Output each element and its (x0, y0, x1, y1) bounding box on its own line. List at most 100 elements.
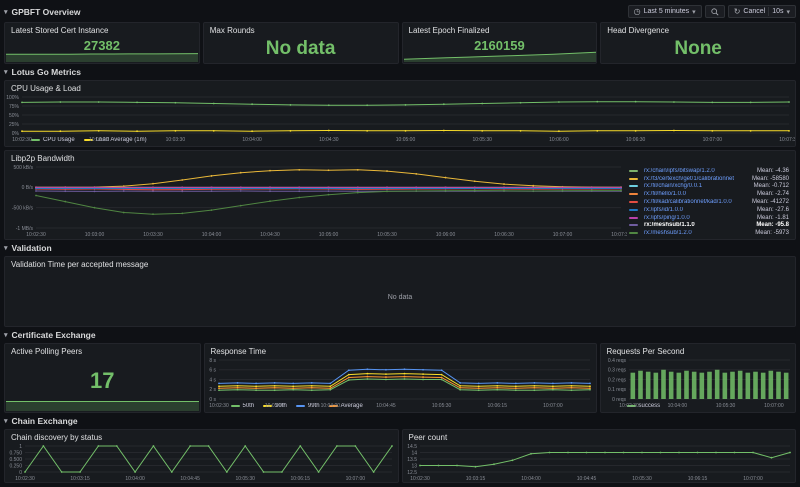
sparkline (6, 391, 199, 411)
svg-text:0.3 reqs: 0.3 reqs (607, 368, 626, 374)
svg-text:10:02:30: 10:02:30 (410, 476, 430, 482)
stats-row: Latest Stored Cert Instance 27382 Max Ro… (4, 22, 796, 64)
legend-row[interactable]: rx:/meshsub/1.2.0Mean: -5973 (629, 230, 789, 237)
row-header-validation[interactable]: ▾ Validation (4, 243, 796, 253)
legend-row[interactable]: rx:/fil/hello/1.0.0Mean: -2.74 (629, 191, 789, 198)
panel-title[interactable]: Max Rounds (204, 23, 398, 36)
legend-row[interactable]: rx:/meshsub/1.1.0Mean: -95.8 (629, 222, 789, 229)
svg-text:10:04:00: 10:04:00 (125, 476, 145, 482)
svg-text:6 s: 6 s (209, 368, 216, 374)
panel-title[interactable]: Requests Per Second (601, 344, 796, 357)
cpu-usage-chart[interactable]: 100%75%50%25%0%10:02:3010:03:0010:03:301… (5, 94, 795, 137)
legend-row[interactable]: rx:/ipfs/ping/1.0.0Mean: -1.81 (629, 214, 789, 221)
row-header-chain-exchange[interactable]: ▾ Chain Exchange (4, 416, 796, 426)
row-header-gpbft-overview[interactable]: ▾ GPBFT Overview (4, 7, 80, 17)
chain-discovery-chart[interactable]: 10.7500.5000.250010:02:3010:03:1510:04:0… (5, 443, 398, 482)
panel-peer-count: Peer count 14.51413.51312.510:02:3010:03… (402, 429, 797, 483)
svg-text:10:07:00: 10:07:00 (553, 232, 573, 238)
svg-text:10:07:30: 10:07:30 (779, 137, 795, 143)
panel-active-polling-peers: Active Polling Peers 17 (4, 343, 201, 413)
svg-text:-1 MB/s: -1 MB/s (16, 226, 34, 232)
panel-title[interactable]: Active Polling Peers (5, 344, 200, 357)
svg-text:10:04:00: 10:04:00 (667, 403, 687, 409)
svg-text:10:02:30: 10:02:30 (209, 403, 229, 409)
svg-text:10:05:30: 10:05:30 (472, 137, 492, 143)
requests-per-second-chart[interactable]: 0.4 reqs0.3 reqs0.2 reqs0.1 reqs0 reqs10… (601, 357, 796, 403)
panel-requests-per-second: Requests Per Second 0.4 reqs 0.3 reqs 0.2 … (600, 343, 797, 413)
row-header-certificate-exchange[interactable]: ▾ Certificate Exchange (4, 330, 796, 340)
svg-text:14.5: 14.5 (407, 444, 417, 450)
svg-text:4 s: 4 s (209, 377, 216, 383)
svg-text:10:06:30: 10:06:30 (626, 137, 646, 143)
svg-text:10:06:15: 10:06:15 (487, 403, 507, 409)
stat-value: None (601, 36, 795, 63)
refresh-button[interactable]: ↻ Cancel 10s ▾ (728, 5, 796, 18)
chain-exchange-panels: Chain discovery by status 10.7500.5000.2… (4, 429, 796, 483)
svg-text:10:07:00: 10:07:00 (764, 403, 784, 409)
chevron-down-icon: ▾ (4, 244, 8, 252)
row-title: Chain Exchange (12, 416, 78, 426)
svg-text:75%: 75% (9, 104, 20, 110)
panel-title[interactable]: Latest Epoch Finalized (403, 23, 597, 36)
panel-title[interactable]: Chain discovery by status (5, 430, 398, 443)
time-range-picker[interactable]: ◷ Last 5 minutes ▾ (628, 5, 702, 18)
svg-text:13: 13 (411, 463, 417, 469)
chevron-down-icon: ▾ (786, 8, 790, 16)
panel-title[interactable]: Libp2p Bandwidth (5, 151, 795, 164)
svg-text:100%: 100% (6, 95, 19, 101)
bandwidth-legend: rx:/chain/ipfs/bitswap/1.2.0Mean: -4.36r… (627, 164, 795, 238)
svg-text:0.1 reqs: 0.1 reqs (607, 387, 626, 393)
panel-cpu-usage-load: CPU Usage & Load 100%75%50%25%0%10:02:30… (4, 80, 796, 147)
legend-row[interactable]: rx:/fil/chain/xchg/0.0.1Mean: -0.712 (629, 183, 789, 190)
panel-head-divergence: Head Divergence None (600, 22, 796, 64)
panel-title[interactable]: CPU Usage & Load (5, 81, 795, 94)
certificate-exchange-panels: Active Polling Peers 17 Response Time 8 … (4, 343, 796, 413)
svg-text:8 s: 8 s (209, 358, 216, 364)
legend-row[interactable]: rx:/ipfs/id/1.0.0Mean: -27.6 (629, 206, 789, 213)
peer-count-chart[interactable]: 14.51413.51312.510:02:3010:03:1510:04:00… (403, 443, 796, 482)
svg-text:50%: 50% (9, 113, 20, 119)
svg-text:10:05:00: 10:05:00 (319, 232, 339, 238)
panel-latest-stored-cert-instance: Latest Stored Cert Instance 27382 (4, 22, 200, 64)
legend-row[interactable]: rx:/chain/ipfs/bitswap/1.2.0Mean: -4.36 (629, 167, 789, 174)
svg-text:12.5: 12.5 (407, 470, 417, 476)
svg-text:0.250: 0.250 (9, 463, 22, 469)
svg-text:0.2 reqs: 0.2 reqs (607, 377, 626, 383)
panel-validation-time: Validation Time per accepted message No … (4, 256, 796, 327)
legend-row[interactable]: rx:/f3/certexch/get/1/calibrationnetMean… (629, 175, 789, 182)
panel-max-rounds: Max Rounds No data (203, 22, 399, 64)
time-controls: ◷ Last 5 minutes ▾ ↻ Cancel 10s ▾ (628, 5, 796, 18)
svg-text:0.4 reqs: 0.4 reqs (607, 358, 626, 364)
refresh-icon: ↻ (734, 8, 741, 16)
chevron-down-icon: ▾ (4, 68, 8, 76)
panel-latest-epoch-finalized: Latest Epoch Finalized 2160159 (402, 22, 598, 64)
panel-title[interactable]: Validation Time per accepted message (5, 257, 795, 270)
svg-text:10:04:30: 10:04:30 (319, 137, 339, 143)
legend-row[interactable]: rx:/fil/kad/calibrationnet/kad/1.0.0Mean… (629, 199, 789, 206)
panel-title[interactable]: Response Time (205, 344, 596, 357)
svg-text:10:03:15: 10:03:15 (70, 476, 90, 482)
bandwidth-body: 500 kB/s0 B/s-500 kB/s-1 MB/s10:02:3010:… (5, 164, 795, 238)
svg-text:10:04:00: 10:04:00 (242, 137, 262, 143)
time-range-label: Last 5 minutes (644, 8, 690, 15)
response-time-chart[interactable]: 8 s6 s4 s2 s0 s10:02:3010:03:1510:04:001… (205, 357, 596, 403)
svg-text:10:02:30: 10:02:30 (26, 232, 46, 238)
panel-title[interactable]: Peer count (403, 430, 796, 443)
svg-text:10:05:30: 10:05:30 (377, 232, 397, 238)
panel-title[interactable]: Head Divergence (601, 23, 795, 36)
svg-text:10:04:45: 10:04:45 (576, 476, 596, 482)
bandwidth-chart[interactable]: 500 kB/s0 B/s-500 kB/s-1 MB/s10:02:3010:… (5, 164, 627, 238)
svg-text:0.750: 0.750 (9, 450, 22, 456)
svg-text:13.5: 13.5 (407, 457, 417, 463)
svg-text:10:04:00: 10:04:00 (521, 476, 541, 482)
svg-text:10:03:15: 10:03:15 (465, 476, 485, 482)
svg-text:10:02:30: 10:02:30 (15, 476, 35, 482)
svg-text:10:06:00: 10:06:00 (549, 137, 569, 143)
svg-text:10:07:00: 10:07:00 (346, 476, 366, 482)
row-header-lotus-go-metrics[interactable]: ▾ Lotus Go Metrics (4, 67, 796, 77)
row-title: Lotus Go Metrics (12, 67, 81, 77)
panel-response-time: Response Time 8 s6 s4 s2 s0 s10:02:3010:… (204, 343, 597, 413)
svg-text:10:07:00: 10:07:00 (543, 403, 563, 409)
zoom-out-button[interactable] (705, 5, 725, 18)
panel-title[interactable]: Latest Stored Cert Instance (5, 23, 199, 36)
